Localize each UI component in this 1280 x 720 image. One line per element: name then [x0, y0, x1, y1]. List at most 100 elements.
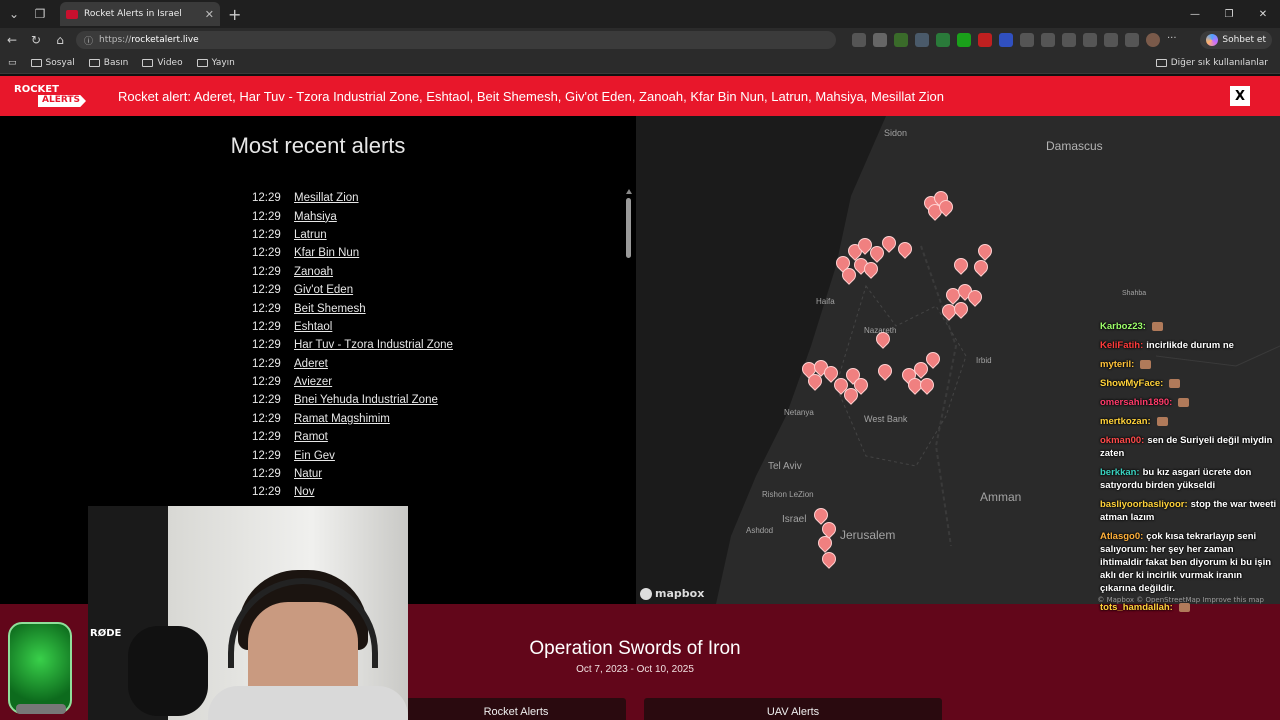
map-label-sidon: Sidon	[884, 128, 908, 138]
minimize-icon[interactable]: —	[1178, 0, 1212, 28]
alert-time: 12:29	[252, 357, 281, 370]
chat-username[interactable]: Karboz23:	[1100, 321, 1146, 332]
alert-city-link[interactable]: Ein Gev	[294, 450, 335, 462]
chat-message: Karboz23:	[1100, 320, 1278, 333]
bookmark-folder[interactable]: Basın	[88, 57, 129, 68]
more-icon[interactable]: ···	[1167, 33, 1177, 47]
chat-username[interactable]: mertkozan:	[1100, 416, 1151, 427]
extension-icon[interactable]	[978, 33, 992, 47]
favorite-star-icon[interactable]	[873, 33, 887, 47]
extension-icon[interactable]	[999, 33, 1013, 47]
chat-username[interactable]: KeliFatih:	[1100, 340, 1143, 351]
refresh-icon[interactable]: ↻	[24, 33, 48, 47]
alert-banner: ROCKET ALERTS Rocket alert: Aderet, Har …	[0, 76, 1280, 116]
alert-city-link[interactable]: Aderet	[294, 358, 328, 370]
url-field[interactable]: ⓘ https://rocketalert.live	[76, 31, 836, 49]
browser-tab[interactable]: Rocket Alerts in Israel ✕	[60, 2, 220, 26]
alert-city-link[interactable]: Bnei Yehuda Industrial Zone	[294, 394, 438, 406]
alert-city-link[interactable]: Mahsiya	[294, 211, 337, 223]
extension-icon[interactable]	[915, 33, 929, 47]
alert-city-link[interactable]: Natur	[294, 468, 322, 480]
alert-city-link[interactable]: Eshtaol	[294, 321, 332, 333]
collections-icon[interactable]	[1125, 33, 1139, 47]
chat-username[interactable]: basliyoorbasliyoor:	[1100, 499, 1188, 510]
tab-uav-alerts[interactable]: UAV Alerts	[644, 698, 942, 720]
chat-username[interactable]: omersahin1890:	[1100, 397, 1172, 408]
bookmarks-bar: ▭ Sosyal Basın Video Yayın Diğer sık kul…	[0, 52, 1280, 74]
chat-message: okman00: sen de Suriyeli değil miydin zat…	[1100, 434, 1278, 460]
chat-username[interactable]: okman00:	[1100, 435, 1144, 446]
alert-city-link[interactable]: Nov	[294, 486, 314, 498]
map-label-ashdod: Ashdod	[746, 526, 774, 535]
alert-city-link[interactable]: Zanoah	[294, 266, 333, 278]
bookmark-folder[interactable]: Yayın	[196, 57, 235, 68]
reading-list-icon[interactable]: ▭	[8, 58, 17, 68]
alert-row: 12:29 Ramat Magshimim	[252, 410, 453, 428]
mic-brand-label: RØDE	[90, 628, 122, 639]
chat-username[interactable]: Atlasgo0:	[1100, 531, 1143, 542]
alert-row: 12:29 Mahsiya	[252, 207, 453, 225]
alert-city-link[interactable]: Ramot	[294, 431, 328, 443]
browser-essentials-icon[interactable]	[1104, 33, 1118, 47]
favorites-icon[interactable]	[1083, 33, 1097, 47]
alert-city-link[interactable]: Latrun	[294, 229, 327, 241]
chat-username[interactable]: ShowMyFace:	[1100, 378, 1163, 389]
folder-icon	[88, 58, 100, 67]
mapbox-logo[interactable]: mapbox	[640, 587, 704, 600]
rocket-alerts-logo[interactable]: ROCKET ALERTS	[12, 83, 104, 109]
alert-row: 12:29 Eshtaol	[252, 318, 453, 336]
alert-row: 12:29 Ramot	[252, 428, 453, 446]
workspaces-icon[interactable]: ❐	[28, 2, 52, 26]
alert-city-link[interactable]: Beit Shemesh	[294, 303, 366, 315]
alert-city-link[interactable]: Aviezer	[294, 376, 332, 388]
extension-icon[interactable]	[1020, 33, 1034, 47]
jar-lid	[16, 704, 66, 714]
split-screen-icon[interactable]	[1041, 33, 1055, 47]
alert-city-link[interactable]: Giv'ot Eden	[294, 284, 353, 296]
alert-time: 12:29	[252, 192, 281, 205]
home-icon[interactable]: ⌂	[48, 33, 72, 47]
map-label-shahba: Shahba	[1122, 290, 1147, 297]
tab-list-icon[interactable]: ⌄	[2, 2, 26, 26]
restore-icon[interactable]: ❐	[1212, 0, 1246, 28]
copilot-button[interactable]: Sohbet et	[1200, 31, 1272, 49]
map-label-damascus: Damascus	[1046, 139, 1103, 153]
new-tab-icon[interactable]: +	[228, 5, 241, 24]
chat-username[interactable]: tots_hamdallah:	[1100, 602, 1173, 613]
bookmark-label: Basın	[103, 57, 129, 68]
scroll-thumb[interactable]	[626, 198, 631, 258]
other-favorites[interactable]: Diğer sık kullanılanlar	[1155, 58, 1268, 68]
alert-time: 12:29	[252, 228, 281, 241]
chat-username[interactable]: berkkan:	[1100, 467, 1140, 478]
chat-message: myteril:	[1100, 358, 1278, 371]
extension-icon[interactable]	[894, 33, 908, 47]
back-icon[interactable]: ←	[0, 33, 24, 47]
webcam-overlay: RØDE	[88, 506, 408, 720]
alert-city-link[interactable]: Har Tuv - Tzora Industrial Zone	[294, 339, 453, 351]
site-info-icon[interactable]: ⓘ	[84, 34, 93, 47]
close-window-icon[interactable]: ✕	[1246, 0, 1280, 28]
scroll-up-icon[interactable]	[626, 189, 632, 194]
copilot-label: Sohbet et	[1222, 35, 1266, 45]
bookmark-folder[interactable]: Sosyal	[30, 58, 75, 68]
chat-username[interactable]: myteril:	[1100, 359, 1134, 370]
stream-chat-overlay: Karboz23: KeliFatih: incirlikde durum ne my…	[1100, 320, 1278, 620]
alert-time: 12:29	[252, 210, 281, 223]
alerts-scrollbar[interactable]	[626, 189, 632, 564]
map-label-rishon: Rishon LeZion	[762, 490, 814, 499]
extension-icon[interactable]	[936, 33, 950, 47]
map-label-amman: Amman	[980, 490, 1022, 504]
close-tab-icon[interactable]: ✕	[205, 8, 214, 21]
bookmark-folder[interactable]: Video	[142, 58, 183, 68]
alert-city-link[interactable]: Kfar Bin Nun	[294, 247, 359, 259]
tab-rocket-alerts[interactable]: Rocket Alerts	[406, 698, 626, 720]
alert-city-link[interactable]: Mesillat Zion	[294, 192, 359, 204]
alert-time: 12:29	[252, 486, 281, 499]
translate-icon[interactable]	[852, 33, 866, 47]
extension-icon[interactable]	[957, 33, 971, 47]
x-social-button[interactable]: X	[1230, 86, 1250, 106]
bookmark-label: Yayın	[211, 57, 235, 68]
alert-city-link[interactable]: Ramat Magshimim	[294, 413, 390, 425]
profile-avatar[interactable]	[1146, 33, 1160, 47]
extensions-icon[interactable]	[1062, 33, 1076, 47]
